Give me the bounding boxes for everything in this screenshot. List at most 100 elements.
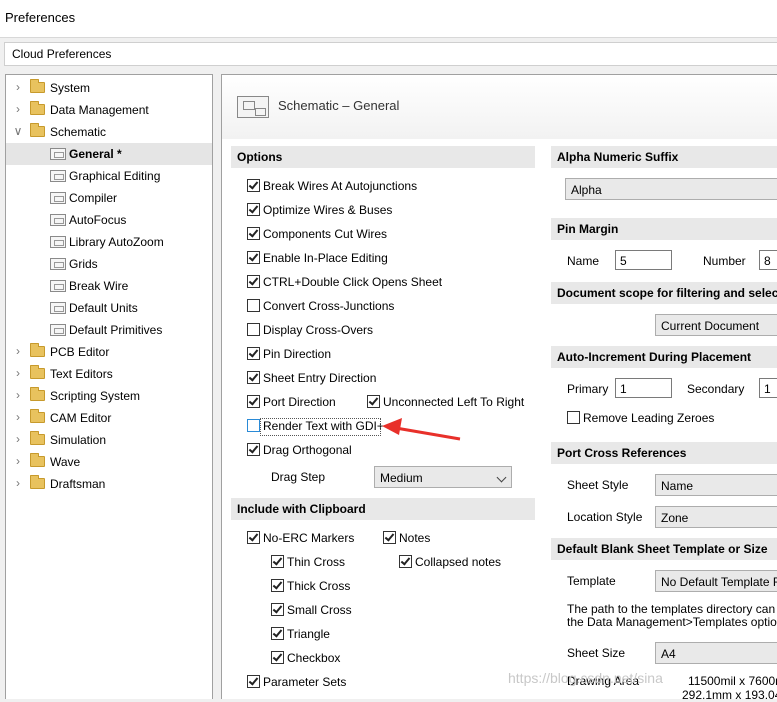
- port-direction-label: Port Direction: [263, 395, 336, 409]
- tree-item-autofocus[interactable]: AutoFocus: [6, 209, 212, 231]
- small-cross-checkbox[interactable]: [271, 603, 284, 616]
- ctrl-double-click-opens-sheet-checkbox[interactable]: [247, 275, 260, 288]
- location-style-dropdown[interactable]: Zone: [655, 506, 777, 528]
- red-arrow-annotation: [382, 418, 461, 441]
- tree-item-library-autozoom[interactable]: Library AutoZoom: [6, 231, 212, 253]
- pin-margin-number-label: Number: [703, 254, 746, 268]
- sheet-style-value: Name: [661, 479, 694, 493]
- chevron-right-icon[interactable]: ›: [12, 476, 24, 490]
- pin-margin-number-value: 8: [764, 254, 771, 268]
- convert-cross-junctions-checkbox[interactable]: [247, 299, 260, 312]
- tree-item-simulation[interactable]: › Simulation: [6, 429, 212, 451]
- page-icon: [50, 302, 66, 314]
- folder-icon: [30, 123, 45, 137]
- drag-step-dropdown[interactable]: Medium: [374, 466, 512, 488]
- chevron-down-icon[interactable]: ∨: [12, 124, 24, 138]
- optimize-wires-buses-checkbox[interactable]: [247, 203, 260, 216]
- sheet-size-label: Sheet Size: [567, 646, 626, 660]
- pin-direction-checkbox[interactable]: [247, 347, 260, 360]
- tree-item-compiler[interactable]: Compiler: [6, 187, 212, 209]
- page-icon: [50, 214, 66, 226]
- no-erc-markers-checkbox[interactable]: [247, 531, 260, 544]
- port-cross-references-header: Port Cross References: [551, 442, 777, 464]
- tree-item-grids[interactable]: Grids: [6, 253, 212, 275]
- tree-item-draftsman[interactable]: › Draftsman: [6, 473, 212, 495]
- chevron-right-icon[interactable]: ›: [12, 388, 24, 402]
- tree-item-break-wire[interactable]: Break Wire: [6, 275, 212, 297]
- chevron-right-icon[interactable]: ›: [12, 454, 24, 468]
- chevron-right-icon[interactable]: ›: [12, 80, 24, 94]
- pin-margin-header: Pin Margin: [551, 218, 777, 240]
- sheet-size-dropdown[interactable]: A4: [655, 642, 777, 664]
- secondary-input[interactable]: 1: [759, 378, 777, 398]
- tree-item-label: Grids: [69, 257, 98, 271]
- triangle-checkbox[interactable]: [271, 627, 284, 640]
- tree-item-data-management[interactable]: › Data Management: [6, 99, 212, 121]
- tree-item-text-editors[interactable]: › Text Editors: [6, 363, 212, 385]
- display-cross-overs-checkbox[interactable]: [247, 323, 260, 336]
- chevron-right-icon[interactable]: ›: [12, 410, 24, 424]
- chevron-right-icon[interactable]: ›: [12, 432, 24, 446]
- pin-margin-number-input[interactable]: 8: [759, 250, 777, 270]
- folder-icon: [30, 453, 45, 467]
- page-icon: [50, 280, 66, 292]
- parameter-sets-checkbox[interactable]: [247, 675, 260, 688]
- alpha-suffix-dropdown[interactable]: Alpha: [565, 178, 777, 200]
- tree-item-label: PCB Editor: [50, 345, 110, 359]
- tree-item-cam-editor[interactable]: › CAM Editor: [6, 407, 212, 429]
- page-title: Schematic – General: [278, 98, 400, 113]
- thick-cross-checkbox[interactable]: [271, 579, 284, 592]
- sheet-entry-direction-label: Sheet Entry Direction: [263, 371, 377, 385]
- port-direction-checkbox[interactable]: [247, 395, 260, 408]
- alpha-suffix-header: Alpha Numeric Suffix: [551, 146, 777, 168]
- remove-leading-zeroes-checkbox[interactable]: [567, 411, 580, 424]
- enable-in-place-editing-checkbox[interactable]: [247, 251, 260, 264]
- template-dropdown[interactable]: No Default Template Fi: [655, 570, 777, 592]
- no-erc-markers-label: No-ERC Markers: [263, 531, 355, 545]
- chevron-right-icon[interactable]: ›: [12, 344, 24, 358]
- template-label: Template: [567, 574, 616, 588]
- chevron-right-icon[interactable]: ›: [12, 102, 24, 116]
- pin-margin-name-label: Name: [567, 254, 600, 268]
- break-wires-at-autojunctions-checkbox[interactable]: [247, 179, 260, 192]
- collapsed-notes-checkbox[interactable]: [399, 555, 412, 568]
- title-bar: Preferences: [0, 0, 777, 38]
- drag-orthogonal-checkbox[interactable]: [247, 443, 260, 456]
- tree-item-system[interactable]: › System: [6, 77, 212, 99]
- break-wires-at-autojunctions-label: Break Wires At Autojunctions: [263, 179, 418, 193]
- chevron-right-icon[interactable]: ›: [12, 366, 24, 380]
- tree-item-default-units[interactable]: Default Units: [6, 297, 212, 319]
- drag-orthogonal-label: Drag Orthogonal: [263, 443, 352, 457]
- tree-item-label: Default Units: [69, 301, 138, 315]
- notes-checkbox[interactable]: [383, 531, 396, 544]
- schematic-page-icon: [237, 96, 269, 118]
- unconnected-left-to-right-checkbox[interactable]: [367, 395, 380, 408]
- tree-item-schematic[interactable]: ∨ Schematic: [6, 121, 212, 143]
- preferences-tree[interactable]: › System › Data Management ∨ Schematic General…: [5, 74, 213, 699]
- tree-item-graphical-editing[interactable]: Graphical Editing: [6, 165, 212, 187]
- cloud-preferences-bar[interactable]: Cloud Preferences: [4, 42, 777, 66]
- tree-item-label: AutoFocus: [69, 213, 127, 227]
- sheet-entry-direction-checkbox[interactable]: [247, 371, 260, 384]
- pin-margin-name-input[interactable]: 5: [615, 250, 672, 270]
- primary-input[interactable]: 1: [615, 378, 672, 398]
- tree-item-wave[interactable]: › Wave: [6, 451, 212, 473]
- doc-scope-header: Document scope for filtering and selecti…: [551, 282, 777, 304]
- page-icon: [50, 148, 66, 160]
- chevron-down-icon: [496, 472, 507, 483]
- small-cross-label: Small Cross: [287, 603, 352, 617]
- alpha-suffix-value: Alpha: [571, 183, 602, 197]
- thin-cross-checkbox[interactable]: [271, 555, 284, 568]
- auto-increment-header: Auto-Increment During Placement: [551, 346, 777, 368]
- doc-scope-label: Document scope for filtering and selecti…: [557, 286, 777, 300]
- tree-item-general[interactable]: General *: [6, 143, 212, 165]
- tree-item-scripting-system[interactable]: › Scripting System: [6, 385, 212, 407]
- checkbox-checkbox[interactable]: [271, 651, 284, 664]
- components-cut-wires-checkbox[interactable]: [247, 227, 260, 240]
- sheet-style-dropdown[interactable]: Name: [655, 474, 777, 496]
- tree-item-pcb-editor[interactable]: › PCB Editor: [6, 341, 212, 363]
- tree-item-default-primitives[interactable]: Default Primitives: [6, 319, 212, 341]
- alpha-suffix-label: Alpha Numeric Suffix: [557, 150, 679, 164]
- render-text-with-gdi-checkbox[interactable]: [247, 419, 260, 432]
- doc-scope-dropdown[interactable]: Current Document: [655, 314, 777, 336]
